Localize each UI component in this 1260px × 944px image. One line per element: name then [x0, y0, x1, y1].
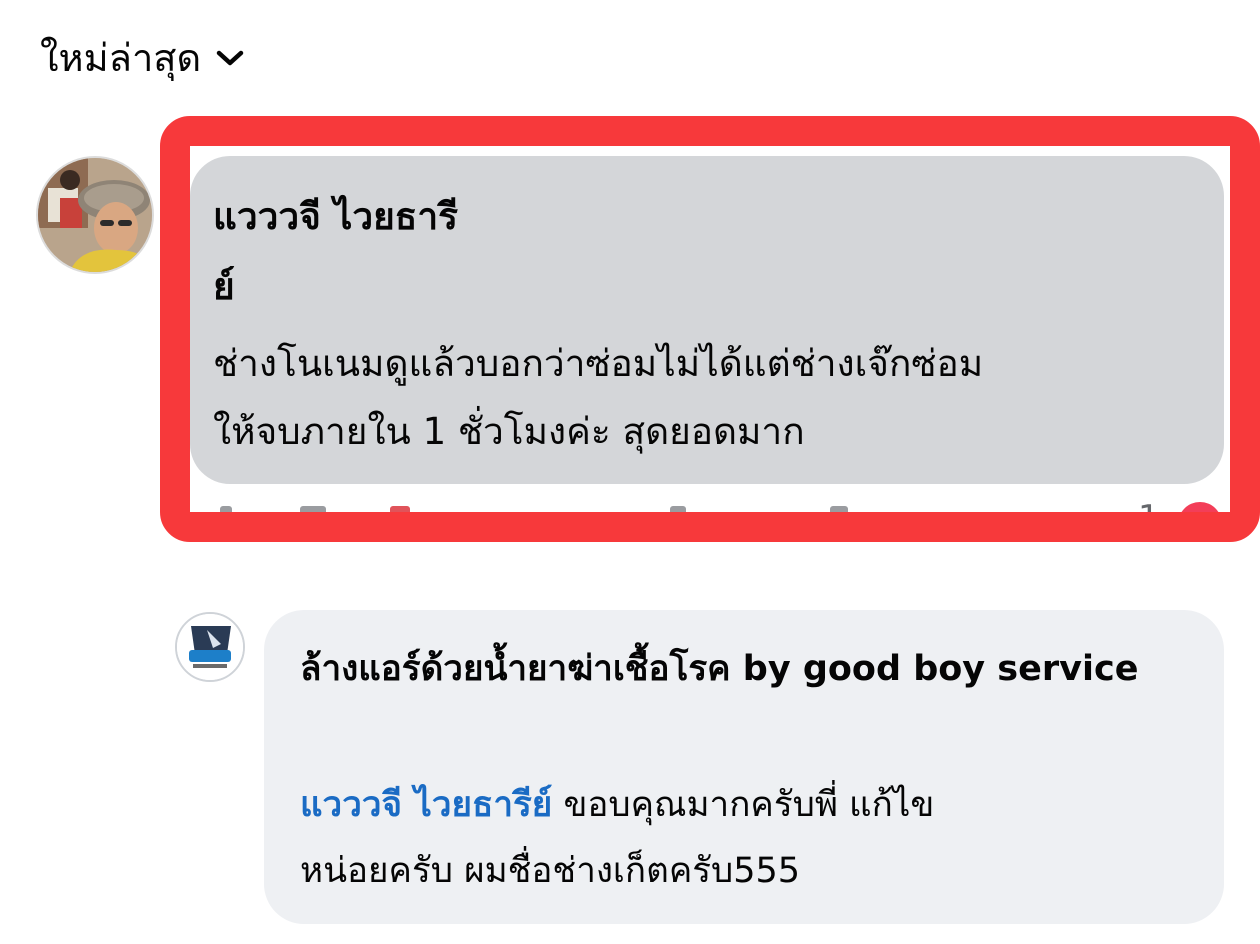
commenter-avatar[interactable]: [36, 156, 154, 274]
reply-text-span: ขอบคุณมากครับพี่ แก้ไข: [552, 785, 935, 825]
action-fragment: [670, 506, 686, 516]
reply-text: แวววจี ไวยธารีย์ ขอบคุณมากครับพี่ แก้ไข …: [300, 772, 1200, 904]
heart-icon[interactable]: [1176, 500, 1224, 520]
reply-text-line: หน่อยครับ ผมชื่อช่างเก็ตครับ555: [300, 851, 801, 891]
reaction-count[interactable]: 1: [1138, 498, 1160, 520]
comment-text-line: ช่างโนเนมดูแล้วบอกว่าซ่อมไม่ได้แต่ช่างเจ…: [213, 342, 984, 385]
sort-dropdown[interactable]: ใหม่ล่าสุด: [40, 28, 245, 88]
comment-text: ช่างโนเนมดูแล้วบอกว่าซ่อมไม่ได้แต่ช่างเจ…: [213, 330, 983, 466]
comment-author-wrap[interactable]: ย์: [213, 256, 235, 318]
action-fragment: [830, 506, 848, 516]
reply-text-line: แวววจี ไวยธารีย์ ขอบคุณมากครับพี่ แก้ไข: [300, 772, 1200, 838]
action-fragment: [300, 506, 326, 516]
comment-author[interactable]: แวววจี ไวยธารี: [213, 186, 458, 248]
reply-mention-link[interactable]: แวววจี ไวยธารีย์: [300, 785, 552, 825]
comment-text-line: ให้จบภายใน 1 ชั่วโมงค่ะ สุดยอดมาก: [213, 410, 805, 453]
sort-label: ใหม่ล่าสุด: [40, 36, 202, 80]
comment-actions-row: [190, 504, 1230, 520]
comments-page: ใหม่ล่าสุด แวววจี ไวยธารี ย์ ช่างโนเนมดู…: [0, 0, 1260, 944]
action-fragment: [390, 506, 410, 516]
page-avatar[interactable]: [175, 612, 245, 682]
reply-author[interactable]: ล้างแอร์ด้วยน้ำยาฆ่าเชื้อโรค by good boy…: [300, 636, 1180, 702]
chevron-down-icon: [215, 48, 245, 68]
action-fragment: [220, 506, 232, 516]
